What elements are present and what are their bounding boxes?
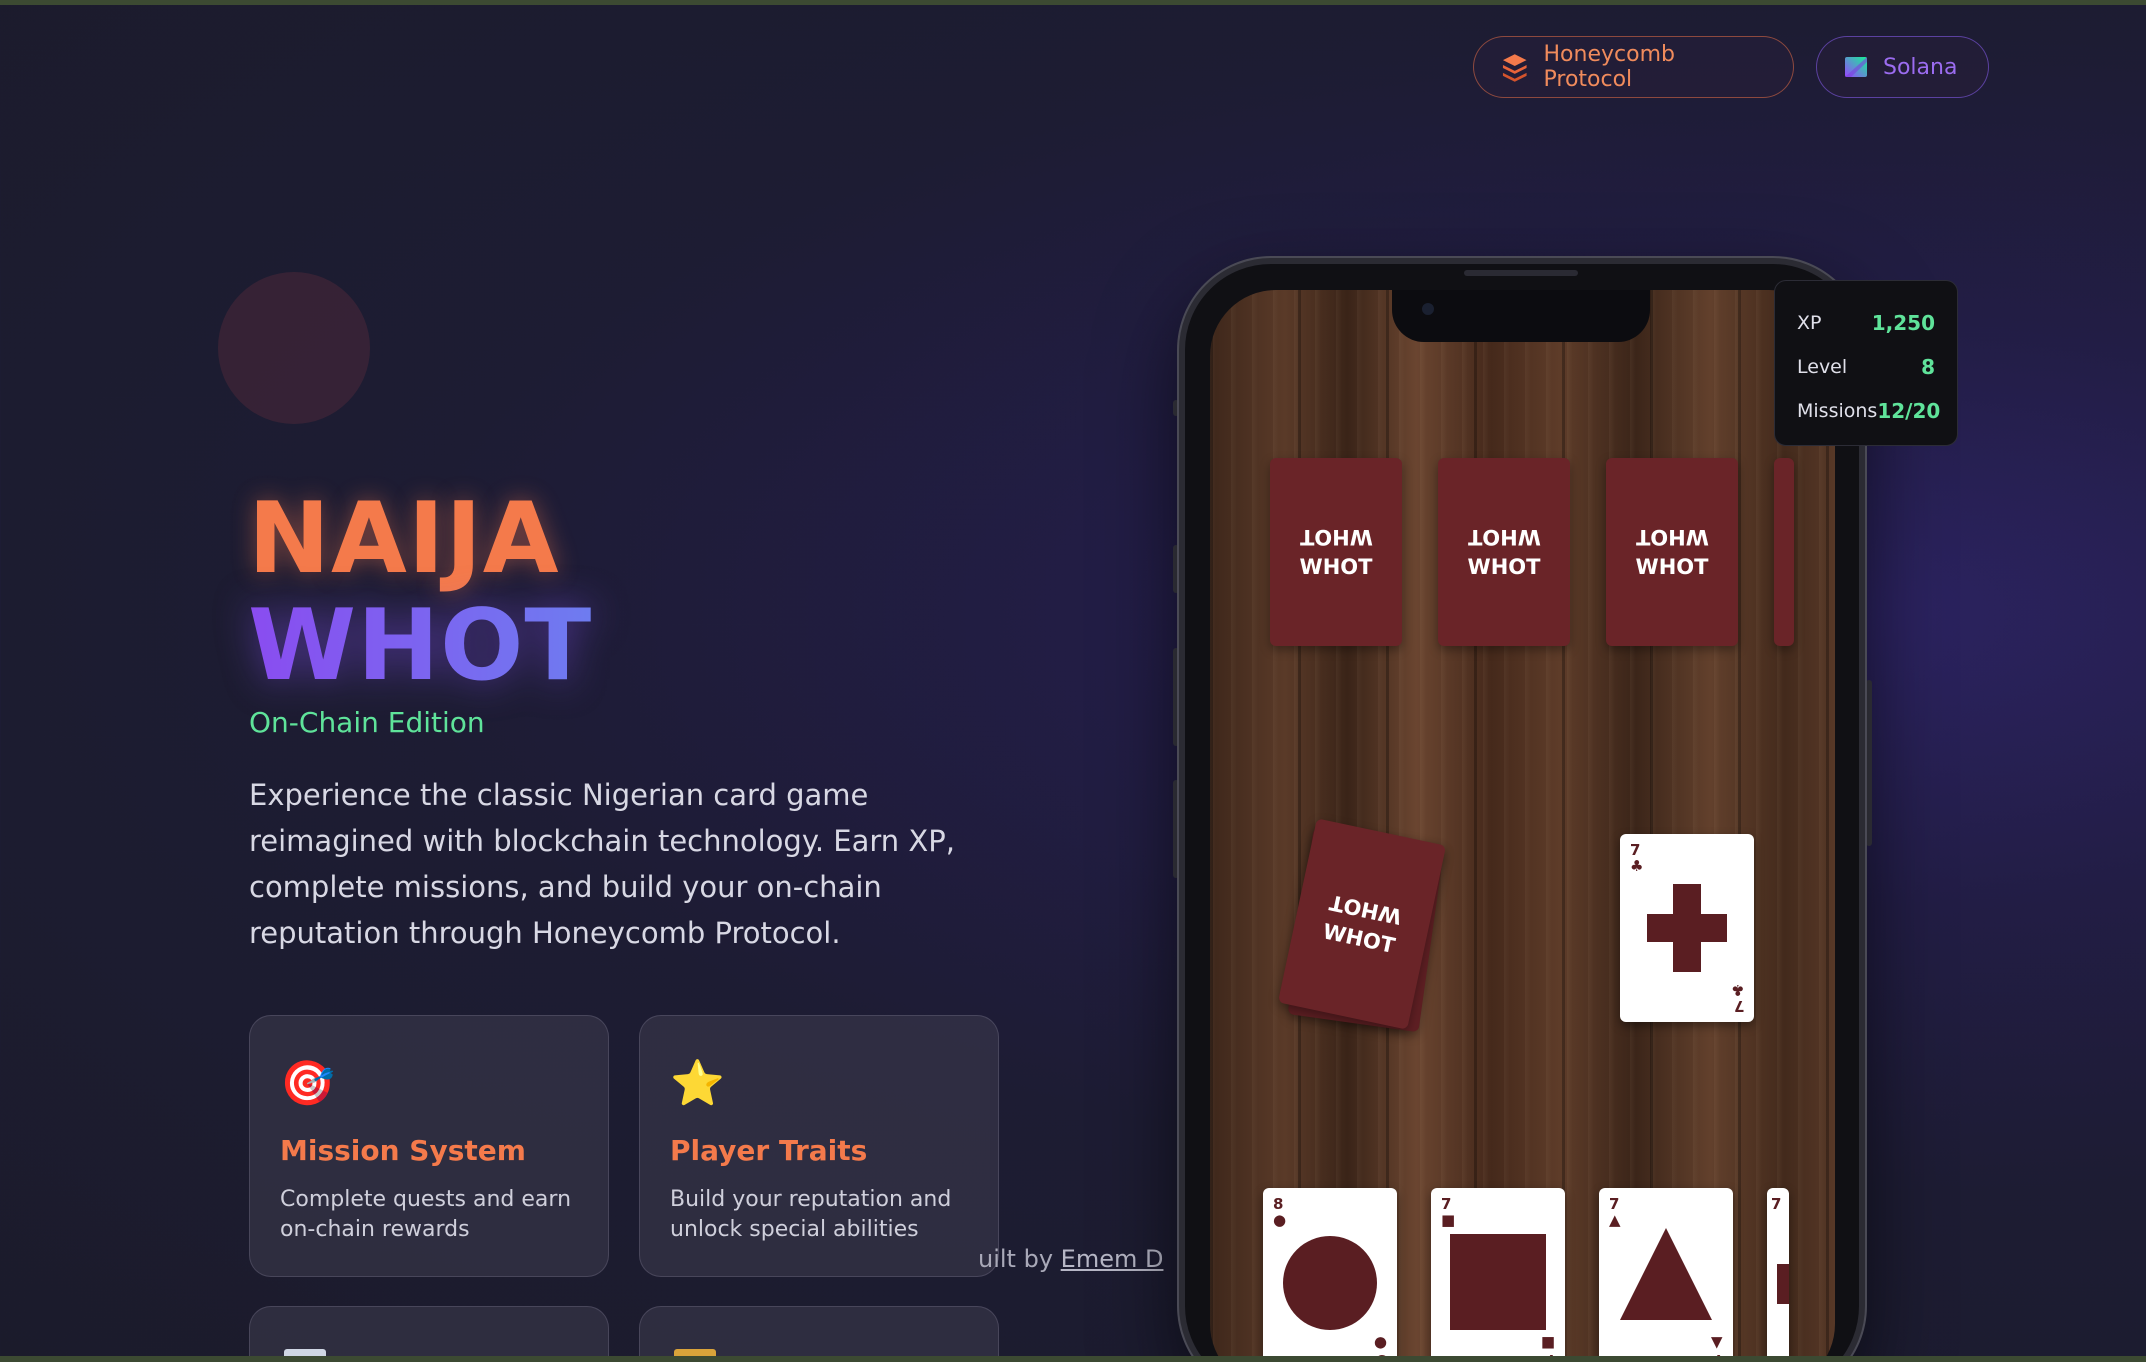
title-naija: NAIJA: [248, 482, 560, 596]
top-border: [0, 0, 2146, 5]
stat-level: Level 8: [1797, 345, 1935, 389]
stat-value: 1,250: [1871, 311, 1935, 335]
feature-card-partial: [249, 1306, 609, 1362]
opponent-card: [1774, 458, 1794, 646]
stat-xp: XP 1,250: [1797, 301, 1935, 345]
card-number: 7 ♣: [1730, 981, 1744, 1015]
stat-label: XP: [1797, 312, 1822, 334]
stat-value: 8: [1921, 355, 1935, 379]
title-whot: WHOT: [248, 589, 593, 703]
decorative-circle: [218, 272, 370, 424]
stat-label: Level: [1797, 356, 1848, 378]
hand-card[interactable]: 7▲ 7▲: [1599, 1188, 1733, 1362]
feature-description: Complete quests and earn on-chain reward…: [280, 1187, 572, 1242]
hand-card[interactable]: 7: [1767, 1188, 1789, 1362]
star-icon: ⭐: [670, 1058, 725, 1109]
opponent-card: WHOT WHOT: [1438, 458, 1570, 646]
honeycomb-stack-icon: [1502, 54, 1527, 82]
phone-side-button: [1866, 680, 1872, 846]
cross-symbol: [1647, 884, 1727, 972]
target-icon: 🎯: [280, 1058, 335, 1109]
stat-label: Missions: [1797, 400, 1878, 422]
card-number: 7 ♣: [1630, 841, 1644, 875]
player-stats-panel: XP 1,250 Level 8 Missions 12/20: [1774, 280, 1958, 446]
feature-card-traits: ⭐ Player Traits Build your reputation an…: [639, 1015, 999, 1277]
feature-title: Player Traits: [670, 1134, 868, 1167]
honeycomb-badge-label: Honeycomb Protocol: [1543, 42, 1675, 92]
feature-title: Mission System: [280, 1134, 526, 1167]
feature-description: Build your reputation and unlock special…: [670, 1187, 952, 1242]
edition-subtitle: On-Chain Edition: [249, 706, 485, 739]
card-symbol-fragment: [1777, 1264, 1789, 1304]
game-table: WHOT WHOT WHOT WHOT WHOT WHOT WHOT WHOT 7 ♣ 7…: [1210, 290, 1835, 1362]
feature-card-partial: [639, 1306, 999, 1362]
hand-card[interactable]: 8● 8●: [1263, 1188, 1397, 1362]
square-symbol: [1450, 1234, 1546, 1330]
triangle-symbol: [1620, 1228, 1712, 1320]
solana-badge-label: Solana: [1883, 54, 1958, 80]
feature-card-missions: 🎯 Mission System Complete quests and ear…: [249, 1015, 609, 1277]
phone-speaker: [1464, 270, 1578, 276]
built-by-prefix: uilt by: [978, 1245, 1054, 1273]
built-by-credit: uilt by Emem D: [978, 1245, 1163, 1273]
stat-value: 12/20: [1877, 399, 1941, 423]
circle-symbol: [1283, 1236, 1377, 1330]
bottom-border: [0, 1356, 2146, 1362]
honeycomb-protocol-badge[interactable]: Honeycomb Protocol: [1473, 36, 1794, 98]
author-link[interactable]: Emem D: [1061, 1245, 1164, 1273]
solana-badge[interactable]: Solana: [1816, 36, 1989, 98]
hand-card[interactable]: 7■ 7■: [1431, 1188, 1565, 1362]
hero-description: Experience the classic Nigerian card gam…: [249, 778, 955, 950]
stat-missions: Missions 12/20: [1797, 389, 1940, 433]
opponent-card: WHOT WHOT: [1270, 458, 1402, 646]
opponent-card: WHOT WHOT: [1606, 458, 1738, 646]
phone-mockup: WHOT WHOT WHOT WHOT WHOT WHOT WHOT WHOT 7 ♣ 7…: [1179, 258, 1865, 1362]
played-card: 7 ♣ 7 ♣: [1620, 834, 1754, 1022]
phone-camera: [1419, 300, 1437, 318]
solana-logo-icon: [1845, 57, 1867, 77]
